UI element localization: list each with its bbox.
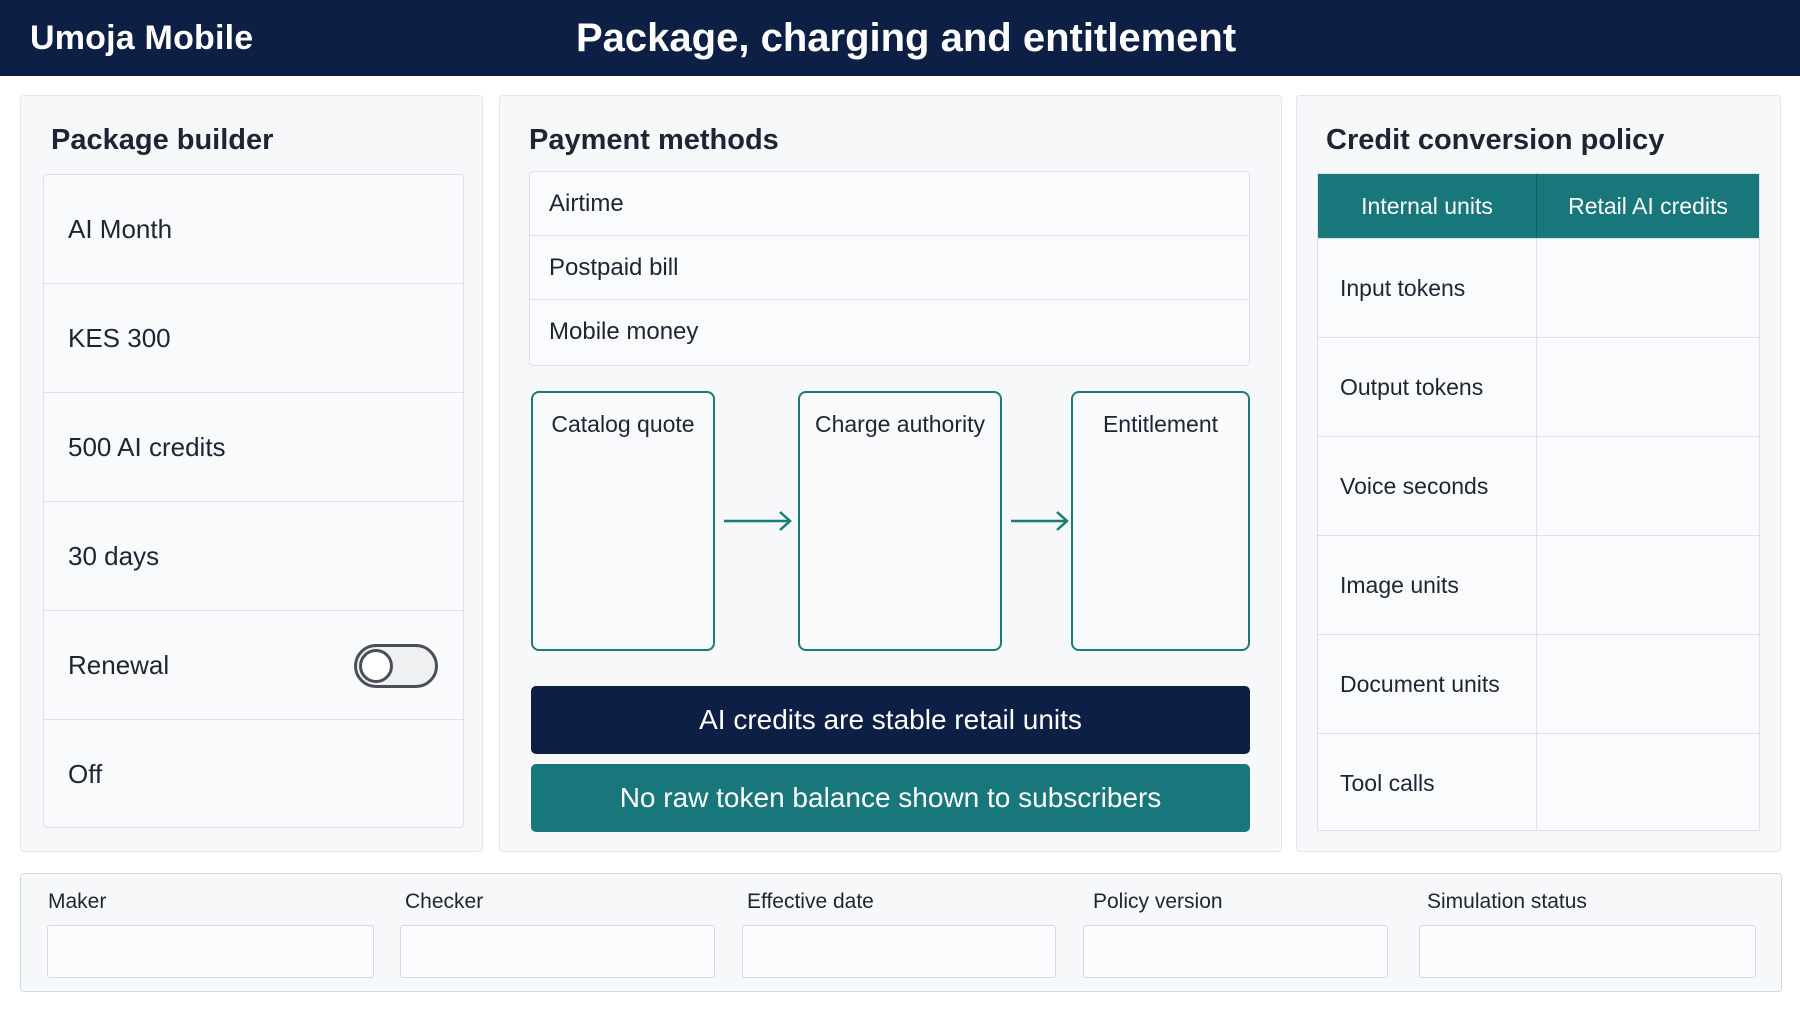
- payment-method-label: Airtime: [549, 189, 624, 217]
- renewal-state-row: Off: [44, 720, 463, 827]
- credit-conversion-title: Credit conversion policy: [1326, 124, 1665, 156]
- package-builder-panel: Package builder AI Month KES 300 500 AI …: [20, 95, 483, 852]
- flow-step-label: Entitlement: [1102, 411, 1219, 437]
- package-validity-value: 30 days: [68, 540, 160, 571]
- internal-unit-cell: Tool calls: [1318, 734, 1537, 830]
- payment-methods-title: Payment methods: [529, 124, 779, 156]
- stable-units-banner: AI credits are stable retail units: [531, 686, 1250, 754]
- retail-credits-cell[interactable]: [1537, 536, 1759, 634]
- checker-label: Checker: [405, 890, 484, 913]
- package-name-value: AI Month: [68, 213, 173, 244]
- simulation-status-label: Simulation status: [1427, 890, 1587, 913]
- payment-methods-list: Airtime Postpaid bill Mobile money: [529, 171, 1250, 366]
- maker-label: Maker: [48, 890, 107, 913]
- table-row: Image units: [1318, 535, 1759, 634]
- column-header-internal-units: Internal units: [1318, 174, 1537, 238]
- effective-date-label: Effective date: [747, 890, 874, 913]
- package-validity-field[interactable]: 30 days: [44, 502, 463, 611]
- internal-unit-cell: Voice seconds: [1318, 437, 1537, 535]
- retail-credits-cell[interactable]: [1537, 338, 1759, 436]
- page-title: Package, charging and entitlement: [576, 16, 1237, 60]
- payment-methods-panel: Payment methods Airtime Postpaid bill Mo…: [499, 95, 1282, 852]
- no-token-balance-banner: No raw token balance shown to subscriber…: [531, 764, 1250, 832]
- renewal-toggle-knob: [359, 649, 393, 683]
- payment-method-airtime[interactable]: Airtime: [530, 172, 1249, 236]
- table-row: Input tokens: [1318, 238, 1759, 337]
- package-name-field[interactable]: AI Month: [44, 175, 463, 284]
- policy-version-label: Policy version: [1093, 890, 1223, 913]
- arrow-right-icon: [1011, 511, 1069, 531]
- table-row: Tool calls: [1318, 733, 1759, 830]
- approval-footer: Maker Checker Effective date Policy vers…: [20, 873, 1782, 992]
- retail-credits-cell[interactable]: [1537, 734, 1759, 830]
- payment-method-label: Mobile money: [549, 318, 699, 345]
- table-row: Document units: [1318, 634, 1759, 733]
- payment-method-postpaid[interactable]: Postpaid bill: [530, 236, 1249, 300]
- package-price-value: KES 300: [68, 322, 171, 353]
- payment-method-mobile-money[interactable]: Mobile money: [530, 300, 1249, 364]
- arrow-right-icon: [724, 511, 792, 531]
- effective-date-input[interactable]: [742, 925, 1056, 978]
- package-credits-field[interactable]: 500 AI credits: [44, 393, 463, 502]
- package-price-field[interactable]: KES 300: [44, 284, 463, 393]
- flow-step-label: Catalog quote: [551, 411, 695, 437]
- package-builder-list: AI Month KES 300 500 AI credits 30 days …: [43, 174, 464, 828]
- checker-input[interactable]: [400, 925, 715, 978]
- payment-method-label: Postpaid bill: [549, 253, 679, 281]
- retail-credits-cell[interactable]: [1537, 635, 1759, 733]
- column-header-retail-credits: Retail AI credits: [1568, 192, 1728, 219]
- brand-name: Umoja Mobile: [30, 19, 254, 57]
- simulation-status-input[interactable]: [1419, 925, 1756, 978]
- package-builder-title: Package builder: [51, 124, 274, 156]
- credit-conversion-table: Internal units Retail AI credits Input t…: [1317, 173, 1760, 831]
- flow-step-label: Charge authority: [814, 411, 986, 437]
- app-header: Umoja Mobile Package, charging and entit…: [0, 0, 1800, 76]
- internal-unit-cell: Document units: [1318, 635, 1537, 733]
- table-header: Internal units Retail AI credits: [1318, 174, 1759, 238]
- renewal-toggle[interactable]: [354, 644, 438, 688]
- retail-credits-cell[interactable]: [1537, 437, 1759, 535]
- internal-unit-cell: Image units: [1318, 536, 1537, 634]
- renewal-state-value: Off: [68, 759, 103, 789]
- internal-unit-cell: Output tokens: [1318, 338, 1537, 436]
- flow-step-charge-authority: Charge authority: [798, 391, 1002, 651]
- internal-unit-cell: Input tokens: [1318, 239, 1537, 337]
- flow-step-entitlement: Entitlement: [1071, 391, 1250, 651]
- package-credits-value: 500 AI credits: [68, 431, 226, 462]
- table-row: Output tokens: [1318, 337, 1759, 436]
- banner-text: AI credits are stable retail units: [699, 704, 1082, 735]
- policy-version-input[interactable]: [1083, 925, 1388, 978]
- retail-credits-cell[interactable]: [1537, 239, 1759, 337]
- credit-conversion-panel: Credit conversion policy Internal units …: [1296, 95, 1781, 852]
- renewal-row: Renewal: [44, 611, 463, 720]
- flow-step-catalog-quote: Catalog quote: [531, 391, 715, 651]
- banner-text: No raw token balance shown to subscriber…: [619, 782, 1162, 813]
- table-row: Voice seconds: [1318, 436, 1759, 535]
- renewal-label: Renewal: [68, 649, 170, 680]
- maker-input[interactable]: [47, 925, 374, 978]
